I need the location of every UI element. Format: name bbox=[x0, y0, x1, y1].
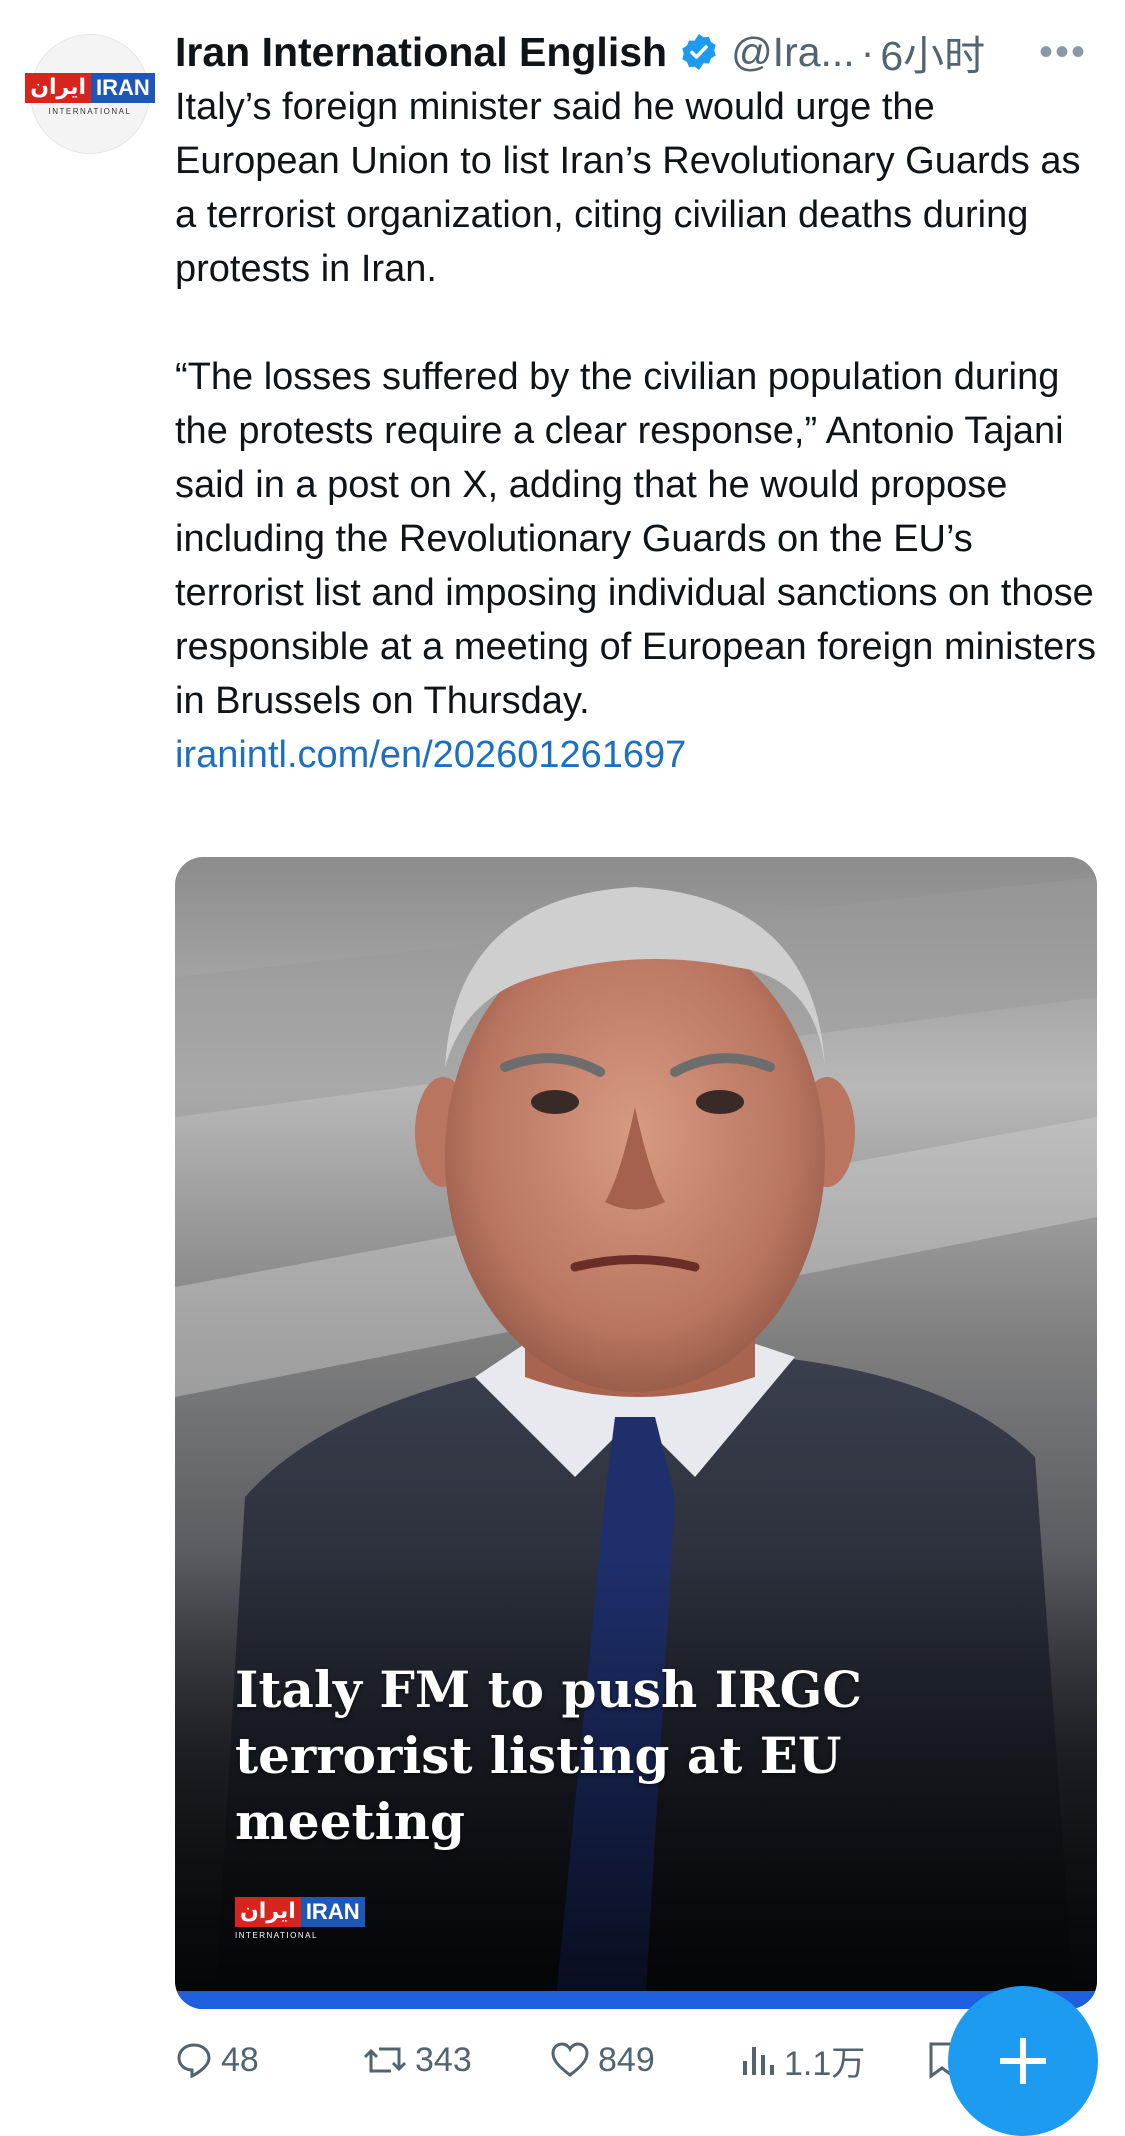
media-logo: ایران IRAN INTERNATIONAL bbox=[235, 1897, 365, 1940]
verified-badge-icon bbox=[682, 34, 716, 70]
reply-count: 48 bbox=[221, 2040, 259, 2079]
heart-icon bbox=[551, 2042, 589, 2077]
media-card[interactable]: Italy FM to push IRGC terrorist listing … bbox=[175, 857, 1097, 2009]
article-link[interactable]: iranintl.com/en/202601261697 bbox=[175, 734, 686, 776]
media-logo-sub: INTERNATIONAL bbox=[235, 1931, 318, 1940]
author-handle[interactable]: @Ira... bbox=[731, 29, 855, 76]
reply-icon bbox=[177, 2043, 211, 2079]
views-icon bbox=[743, 2047, 774, 2075]
media-logo-fa: ایران bbox=[235, 1897, 301, 1927]
author-name[interactable]: Iran International English bbox=[175, 29, 667, 76]
media-headline: Italy FM to push IRGC terrorist listing … bbox=[235, 1660, 863, 1851]
tweet-body: Italy’s foreign minister said he would u… bbox=[175, 80, 1105, 782]
retweet-button[interactable]: 343 bbox=[363, 2041, 472, 2080]
compose-button[interactable] bbox=[948, 1986, 1098, 2136]
media-bottom-strip bbox=[175, 1991, 1097, 2009]
reply-button[interactable]: 48 bbox=[175, 2041, 259, 2080]
views-count: 1.1万 bbox=[784, 2044, 866, 2083]
retweet-count: 343 bbox=[415, 2040, 472, 2079]
logo-en-text: IRAN bbox=[91, 72, 155, 103]
body-paragraph: Italy’s foreign minister said he would u… bbox=[175, 86, 1081, 290]
tweet-header: Iran International English @Ira... · 6小时… bbox=[175, 22, 1105, 82]
media-logo-en: IRAN bbox=[300, 1897, 365, 1927]
separator-dot: · bbox=[860, 28, 875, 75]
logo-fa-text: ایران bbox=[25, 72, 92, 103]
body-paragraph: “The losses suffered by the civilian pop… bbox=[175, 356, 1096, 722]
like-count: 849 bbox=[598, 2040, 655, 2079]
views-button[interactable]: 1.1万 bbox=[740, 2036, 865, 2085]
tweet-time[interactable]: 6小时 bbox=[880, 22, 985, 82]
plus-icon-vertical bbox=[1020, 2038, 1026, 2084]
retweet-icon bbox=[363, 2047, 407, 2073]
iran-international-logo: ایران IRAN INTERNATIONAL bbox=[25, 72, 155, 116]
more-horizontal-icon[interactable]: ••• bbox=[1039, 30, 1087, 75]
like-button[interactable]: 849 bbox=[550, 2041, 655, 2080]
avatar[interactable]: ایران IRAN INTERNATIONAL bbox=[25, 34, 155, 154]
logo-sub-text: INTERNATIONAL bbox=[48, 106, 132, 116]
